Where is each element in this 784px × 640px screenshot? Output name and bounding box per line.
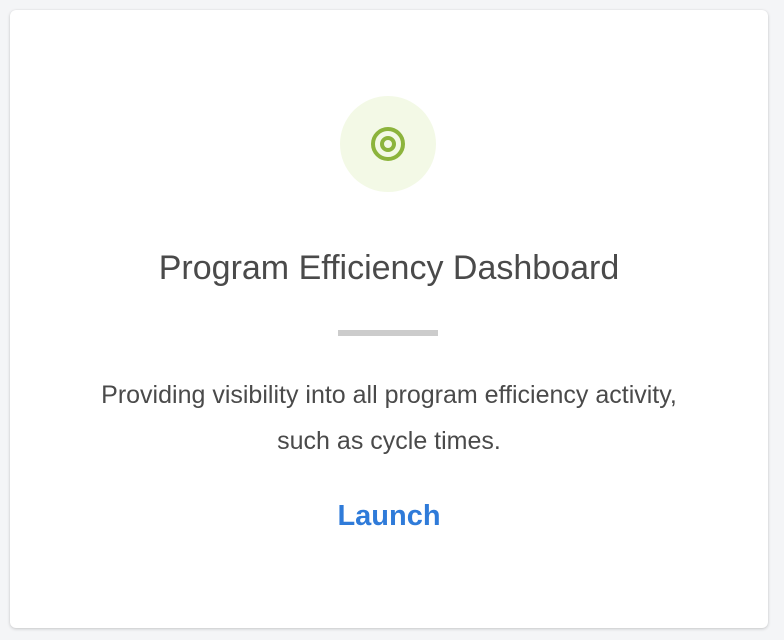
card-description: Providing visibility into all program ef… [101,381,677,455]
icon-badge [340,96,436,192]
card-title: Program Efficiency Dashboard [158,249,620,287]
launch-link-container: Launch [10,496,768,536]
launch-link[interactable]: Launch [337,500,440,532]
dashboard-card: Program Efficiency Dashboard Providing v… [10,10,768,628]
title-divider [338,330,438,336]
target-icon [371,127,405,161]
